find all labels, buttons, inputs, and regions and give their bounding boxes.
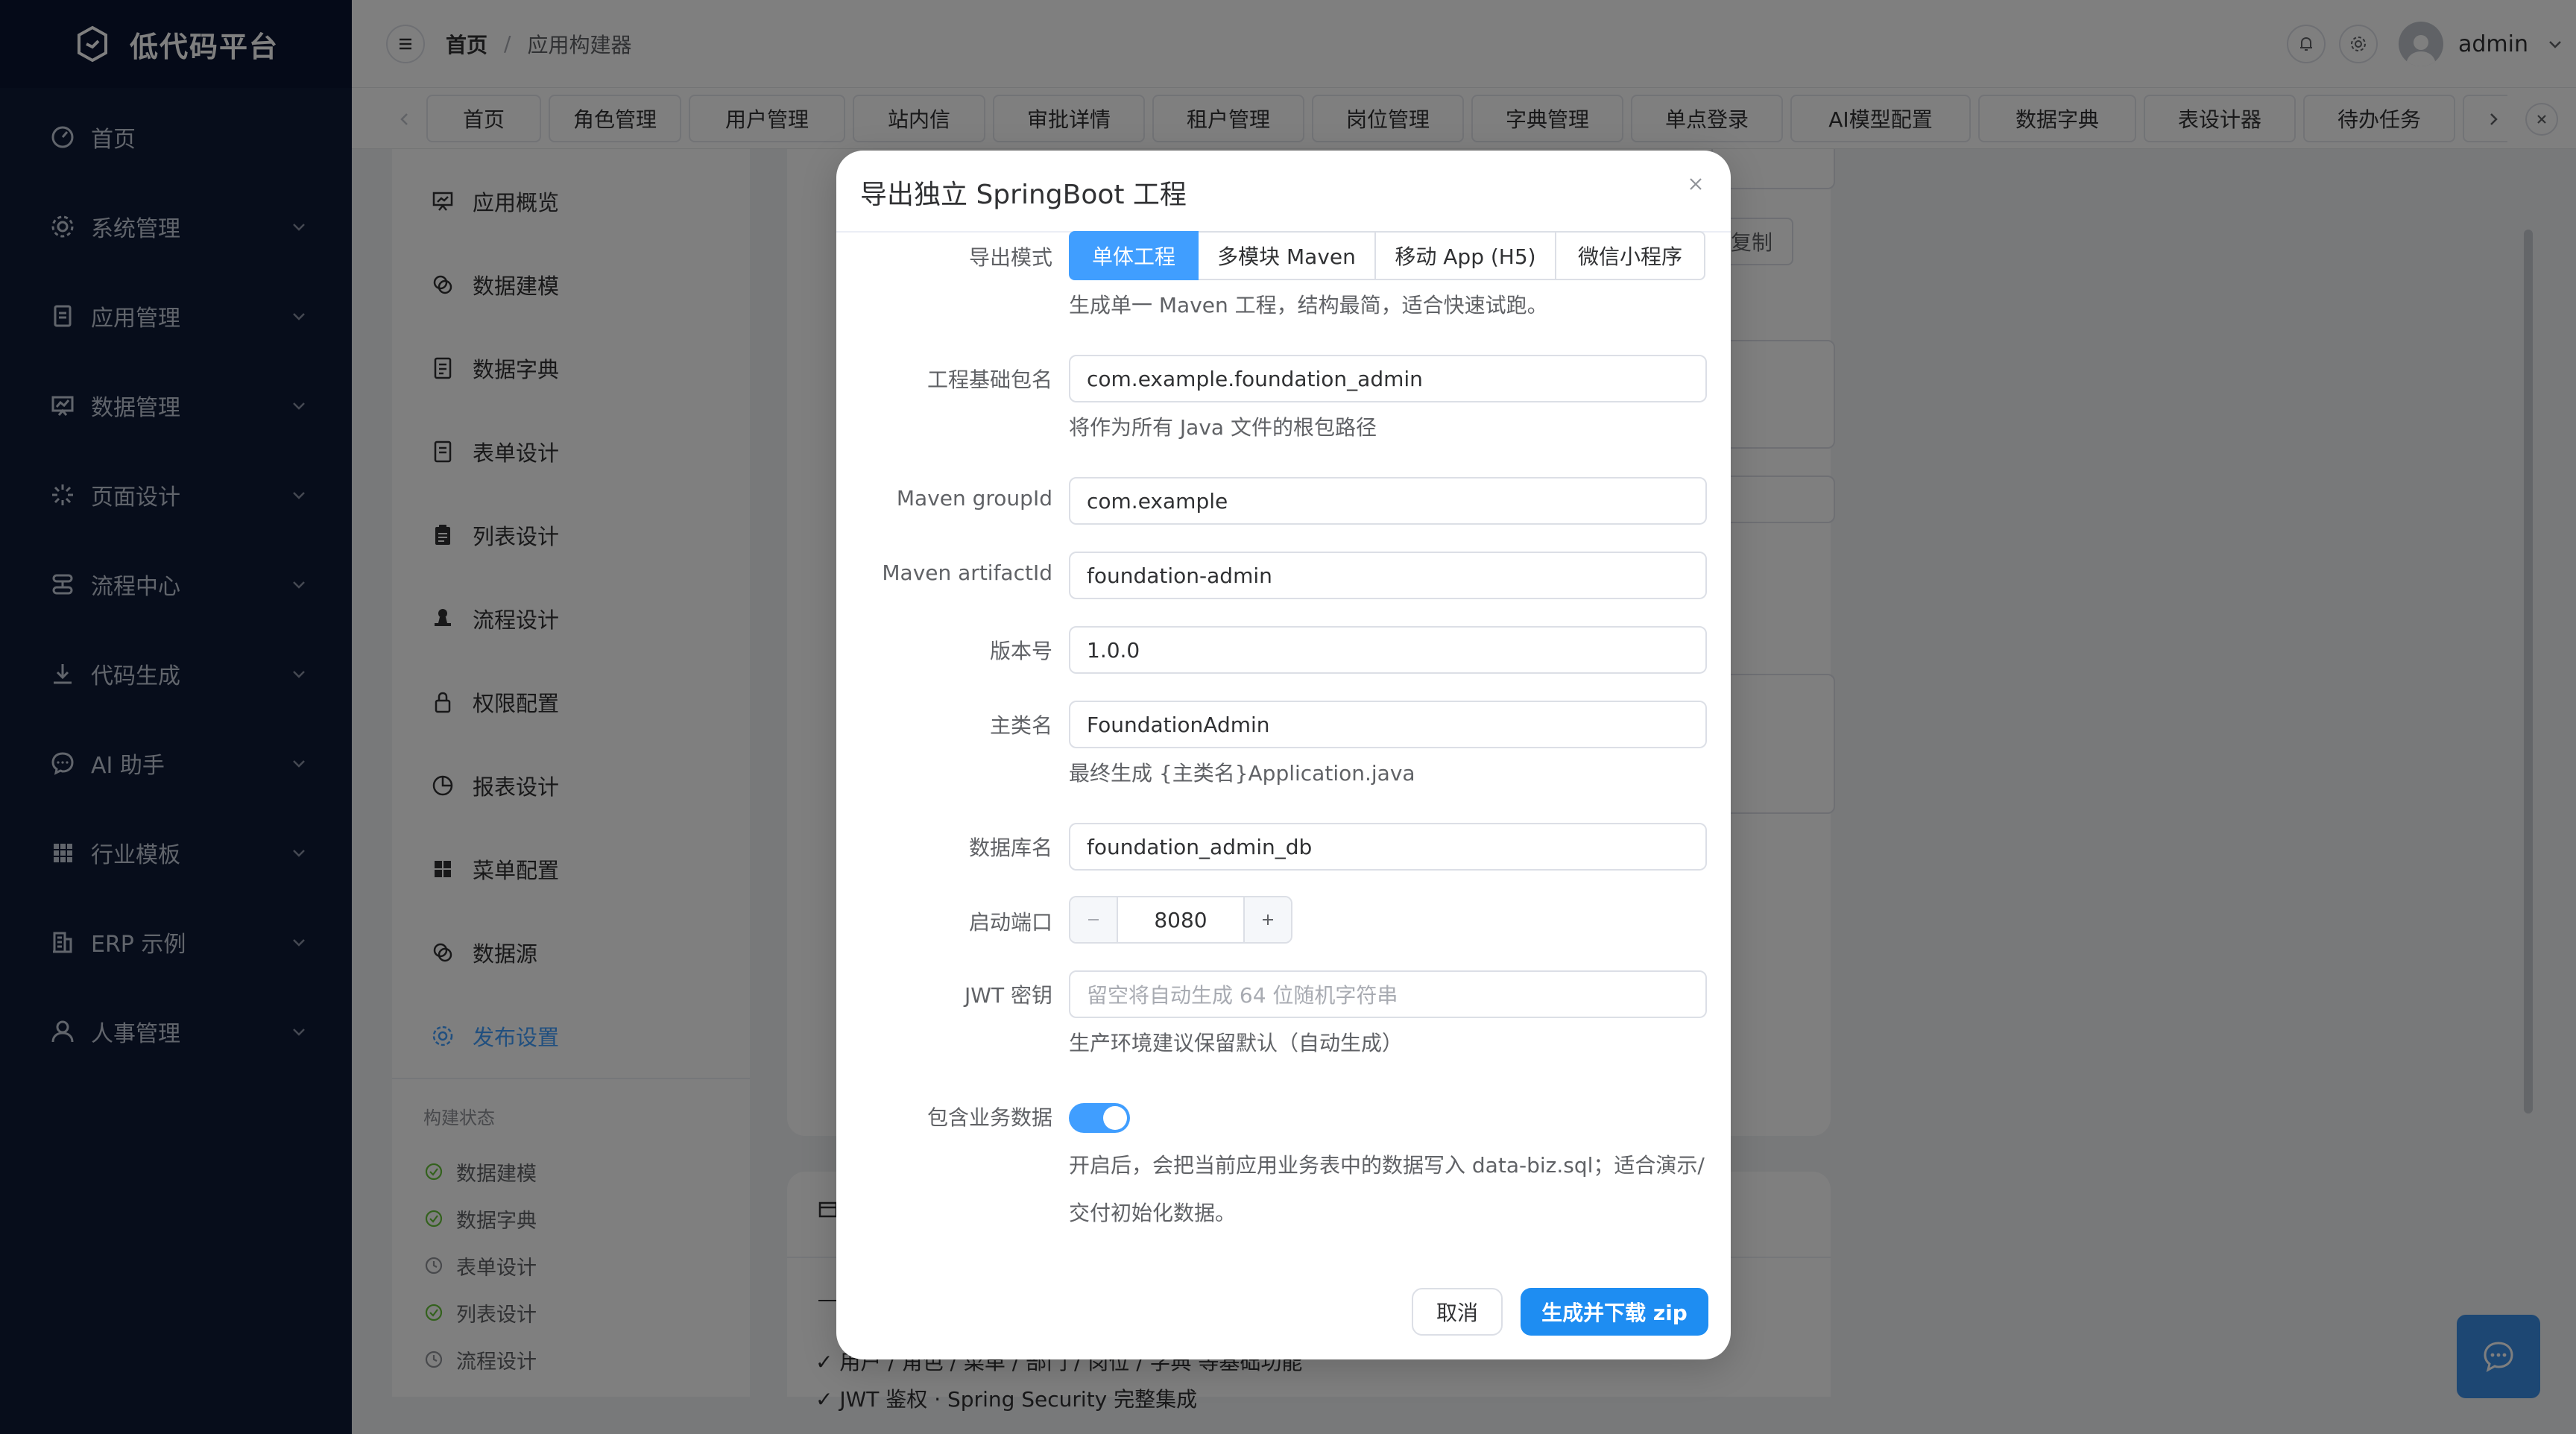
close-icon — [1690, 178, 1702, 190]
minus-icon — [1088, 919, 1099, 920]
dialog-title: 导出独立 SpringBoot 工程 — [860, 180, 1187, 210]
export-mode-help: 生成单一 Maven 工程，结构最简，适合快速试跑。 — [1069, 293, 1548, 318]
main-class-help: 最终生成 {主类名}Application.java — [1069, 761, 1415, 786]
version-input[interactable]: 1.0.0 — [1069, 626, 1707, 674]
mode-option-multi-maven[interactable]: 多模块 Maven — [1197, 231, 1376, 280]
port-stepper: 8080 — [1069, 896, 1292, 944]
port-label: 启动端口 — [968, 910, 1052, 935]
base-package-help: 将作为所有 Java 文件的根包路径 — [1069, 415, 1377, 440]
artifact-id-input[interactable]: foundation-admin — [1069, 552, 1707, 599]
db-name-input[interactable]: foundation_admin_db — [1069, 823, 1707, 871]
main-class-label: 主类名 — [989, 713, 1052, 738]
export-mode-group: 单体工程 多模块 Maven 移动 App (H5) 微信小程序 — [1069, 231, 1705, 280]
db-name-label: 数据库名 — [968, 836, 1052, 860]
generate-download-button[interactable]: 生成并下载 zip — [1521, 1288, 1708, 1336]
export-mode-label: 导出模式 — [968, 245, 1052, 270]
include-biz-data-toggle[interactable] — [1069, 1103, 1130, 1133]
include-biz-data-help: 开启后，会把当前应用业务表中的数据写入 data-biz.sql；适合演示/ — [1069, 1153, 1705, 1178]
include-biz-data-label: 包含业务数据 — [926, 1105, 1052, 1130]
jwt-secret-input[interactable]: 留空将自动生成 64 位随机字符串 — [1069, 970, 1707, 1018]
port-input[interactable]: 8080 — [1118, 897, 1243, 942]
mode-option-single[interactable]: 单体工程 — [1069, 231, 1199, 280]
version-label: 版本号 — [989, 639, 1052, 663]
mode-option-wechat[interactable]: 微信小程序 — [1555, 231, 1705, 280]
base-package-label: 工程基础包名 — [926, 367, 1052, 392]
artifact-id-label: Maven artifactId — [882, 560, 1052, 585]
base-package-input[interactable]: com.example.foundation_admin — [1069, 355, 1707, 402]
cancel-button[interactable]: 取消 — [1412, 1288, 1503, 1336]
plus-icon — [1263, 915, 1273, 925]
dialog-close-button[interactable] — [1685, 173, 1707, 195]
group-id-input[interactable]: com.example — [1069, 477, 1707, 525]
export-dialog: 导出独立 SpringBoot 工程 导出模式 单体工程 多模块 Maven 移… — [836, 151, 1731, 1359]
include-biz-data-help: 交付初始化数据。 — [1069, 1201, 1237, 1225]
port-decrease-button[interactable] — [1070, 897, 1118, 942]
mode-option-mobile-h5[interactable]: 移动 App (H5) — [1374, 231, 1556, 280]
main-class-input[interactable]: FoundationAdmin — [1069, 701, 1707, 748]
jwt-secret-help: 生产环境建议保留默认（自动生成） — [1069, 1031, 1404, 1055]
group-id-label: Maven groupId — [896, 486, 1052, 511]
toggle-knob — [1103, 1106, 1127, 1130]
port-increase-button[interactable] — [1243, 897, 1291, 942]
jwt-secret-label: JWT 密钥 — [965, 983, 1052, 1008]
